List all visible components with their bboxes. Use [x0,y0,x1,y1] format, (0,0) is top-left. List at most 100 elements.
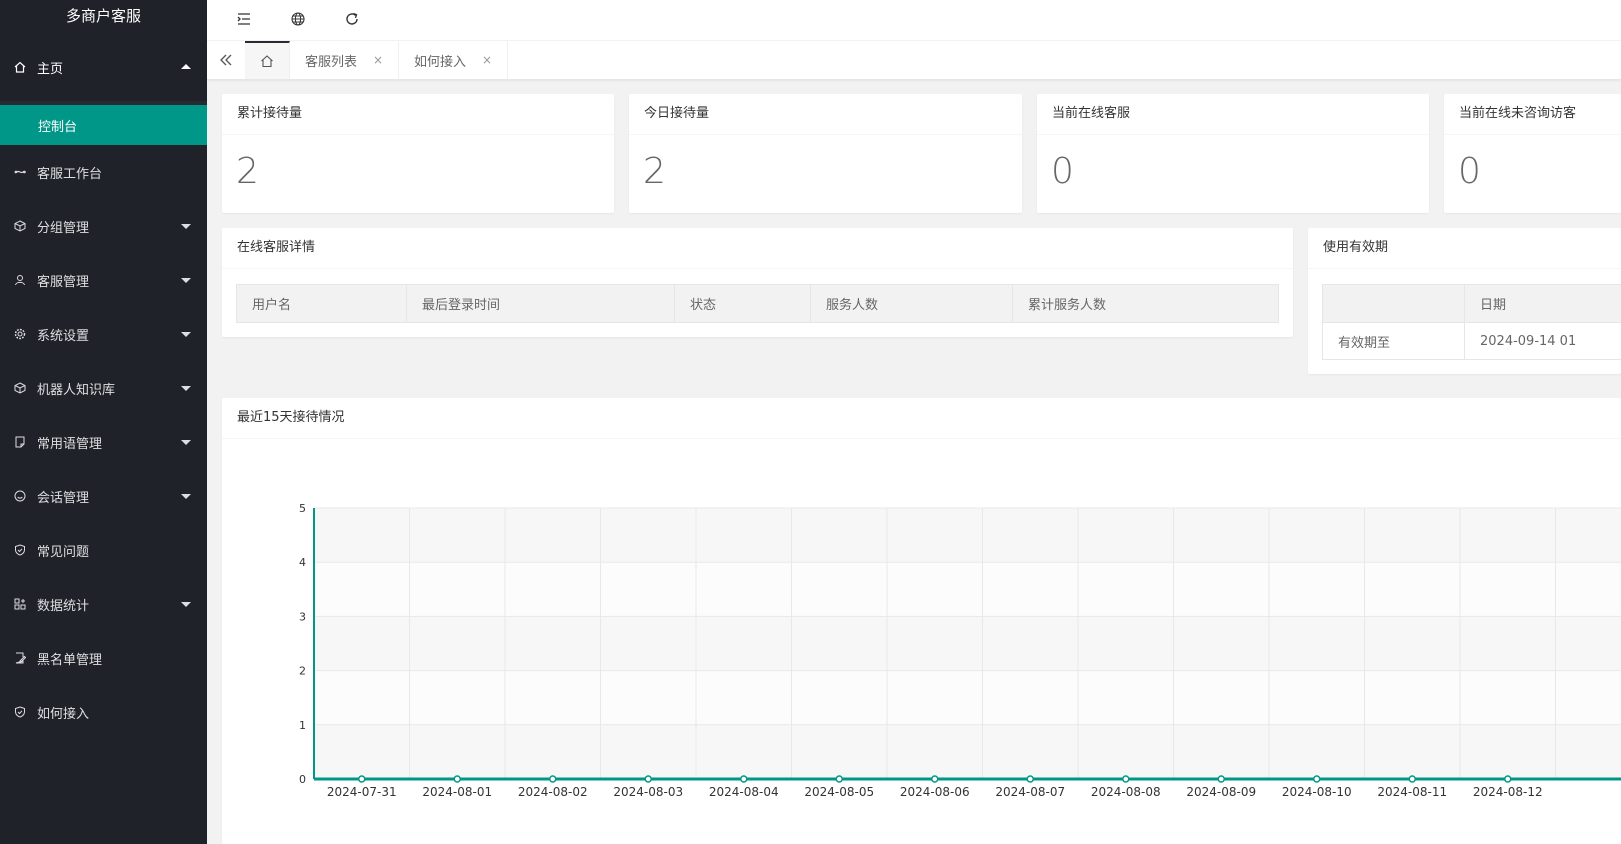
sidebar-item-0[interactable]: 客服工作台 [0,145,207,199]
table-header: 累计服务人数 [1012,284,1279,323]
stat-title: 当前在线未咨询访客 [1444,94,1621,135]
table-row: 有效期至 2024-09-14 01 [1322,322,1621,360]
user-icon [14,274,26,286]
table-header: 最后登录时间 [406,284,675,323]
sidebar-item-label: 系统设置 [37,328,90,344]
data-point [358,775,366,783]
data-point [835,775,843,783]
stat-title: 当前在线客服 [1037,94,1429,135]
x-tick-label: 2024-08-01 [422,785,492,799]
top-header [207,0,1621,41]
reception-line-chart: 0 1 2 3 4 5 2024-07-31 2024-08-01 2024-08-02 2024… [299,502,1621,799]
x-tick-label: 2024-08-03 [613,785,683,799]
x-tick-label: 2024-08-11 [1377,785,1447,799]
sidebar-item-6[interactable]: 会话管理 [0,469,207,523]
cube-icon [14,220,26,232]
chevron-down-icon [181,602,191,607]
sidebar-item-4[interactable]: 机器人知识库 [0,361,207,415]
menu-toggle-icon[interactable] [231,8,257,30]
refresh-icon[interactable] [339,8,365,30]
chevron-down-icon [181,494,191,499]
x-tick-label: 2024-07-31 [327,785,397,799]
data-point [1122,775,1130,783]
app-title: 多商户客服 [0,0,207,33]
sidebar-item-3[interactable]: 系统设置 [0,307,207,361]
globe-icon[interactable] [285,8,311,30]
validity-panel: 使用有效期 日期 有效期至 2024-09-14 01 [1308,228,1621,374]
tab-how-to-integrate[interactable]: 如何接入 × [399,41,508,79]
x-tick-label: 2024-08-06 [900,785,970,799]
grid-band [314,562,1621,617]
sidebar-item-8[interactable]: 数据统计 [0,577,207,631]
x-tick-label: 2024-08-10 [1282,785,1352,799]
sidebar-item-7[interactable]: 常见问题 [0,523,207,577]
table-header: 用户名 [236,284,407,323]
table-header [1322,284,1465,323]
data-point [1313,775,1321,783]
data-point [1408,775,1416,783]
sidebar-item-label: 主页 [37,61,64,77]
online-agents-panel: 在线客服详情 用户名 最后登录时间 状态 服务人数 累计服务人数 [222,228,1293,337]
y-tick-label: 0 [299,773,306,786]
chevron-down-icon [181,440,191,445]
close-icon[interactable]: × [373,53,383,67]
edit-doc-icon [14,652,26,664]
tabs-prev-button[interactable] [207,41,246,79]
sidebar-item-label: 如何接入 [37,706,90,722]
sidebar-subitem-console[interactable]: 控制台 [0,105,207,145]
data-point [1504,775,1512,783]
y-tick-label: 1 [299,719,306,732]
x-tick-label: 2024-08-04 [709,785,779,799]
table-cell: 2024-09-14 01 [1464,322,1621,360]
chevron-down-icon [181,386,191,391]
data-point [453,775,461,783]
stat-title: 今日接待量 [629,94,1022,135]
sidebar-item-label: 客服工作台 [37,166,103,182]
data-point [549,775,557,783]
online-agents-table: 用户名 最后登录时间 状态 服务人数 累计服务人数 [236,284,1279,323]
data-point [931,775,939,783]
x-tick-label: 2024-08-12 [1473,785,1543,799]
double-chevron-left-icon [220,54,232,66]
sidebar-item-label: 黑名单管理 [37,652,103,668]
grid-band [314,670,1621,725]
grid-band [314,616,1621,671]
x-tick-label: 2024-08-08 [1091,785,1161,799]
y-tick-label: 5 [299,502,306,515]
sidebar-item-2[interactable]: 客服管理 [0,253,207,307]
close-icon[interactable]: × [482,53,492,67]
stat-value: 0 [1051,151,1074,192]
chevron-up-icon [181,64,191,69]
grid-band [314,724,1621,779]
chevron-down-icon [181,332,191,337]
sidebar-item-label: 常用语管理 [37,436,103,452]
data-point [644,775,652,783]
y-tick-label: 4 [299,556,306,569]
sidebar-item-1[interactable]: 分组管理 [0,199,207,253]
sidebar-item-10[interactable]: 如何接入 [0,685,207,739]
x-tick-label: 2024-08-07 [995,785,1065,799]
sidebar-item-label: 客服管理 [37,274,90,290]
sidebar-item-5[interactable]: 常用语管理 [0,415,207,469]
sidebar-item-9[interactable]: 黑名单管理 [0,631,207,685]
sidebar-item-home[interactable]: 主页 [0,33,207,101]
tab-home[interactable] [245,41,290,79]
home-icon [14,61,26,73]
table-header: 服务人数 [810,284,1013,323]
tab-label: 如何接入 [414,54,467,70]
y-tick-label: 3 [299,610,306,623]
chevron-down-icon [181,224,191,229]
stat-card-total: 累计接待量 2 [222,94,614,213]
table-cell: 有效期至 [1322,322,1465,360]
validity-table: 日期 有效期至 2024-09-14 01 [1322,284,1621,360]
x-tick-label: 2024-08-09 [1186,785,1256,799]
tab-service-list[interactable]: 客服列表 × [290,41,399,79]
x-tick-label: 2024-08-05 [804,785,874,799]
shield-check-icon [14,544,26,556]
data-point [1026,775,1034,783]
note-icon [14,436,26,448]
y-tick-label: 2 [299,665,306,678]
stat-value: 2 [643,151,666,192]
table-header: 日期 [1464,284,1621,323]
apps-icon [14,598,26,610]
